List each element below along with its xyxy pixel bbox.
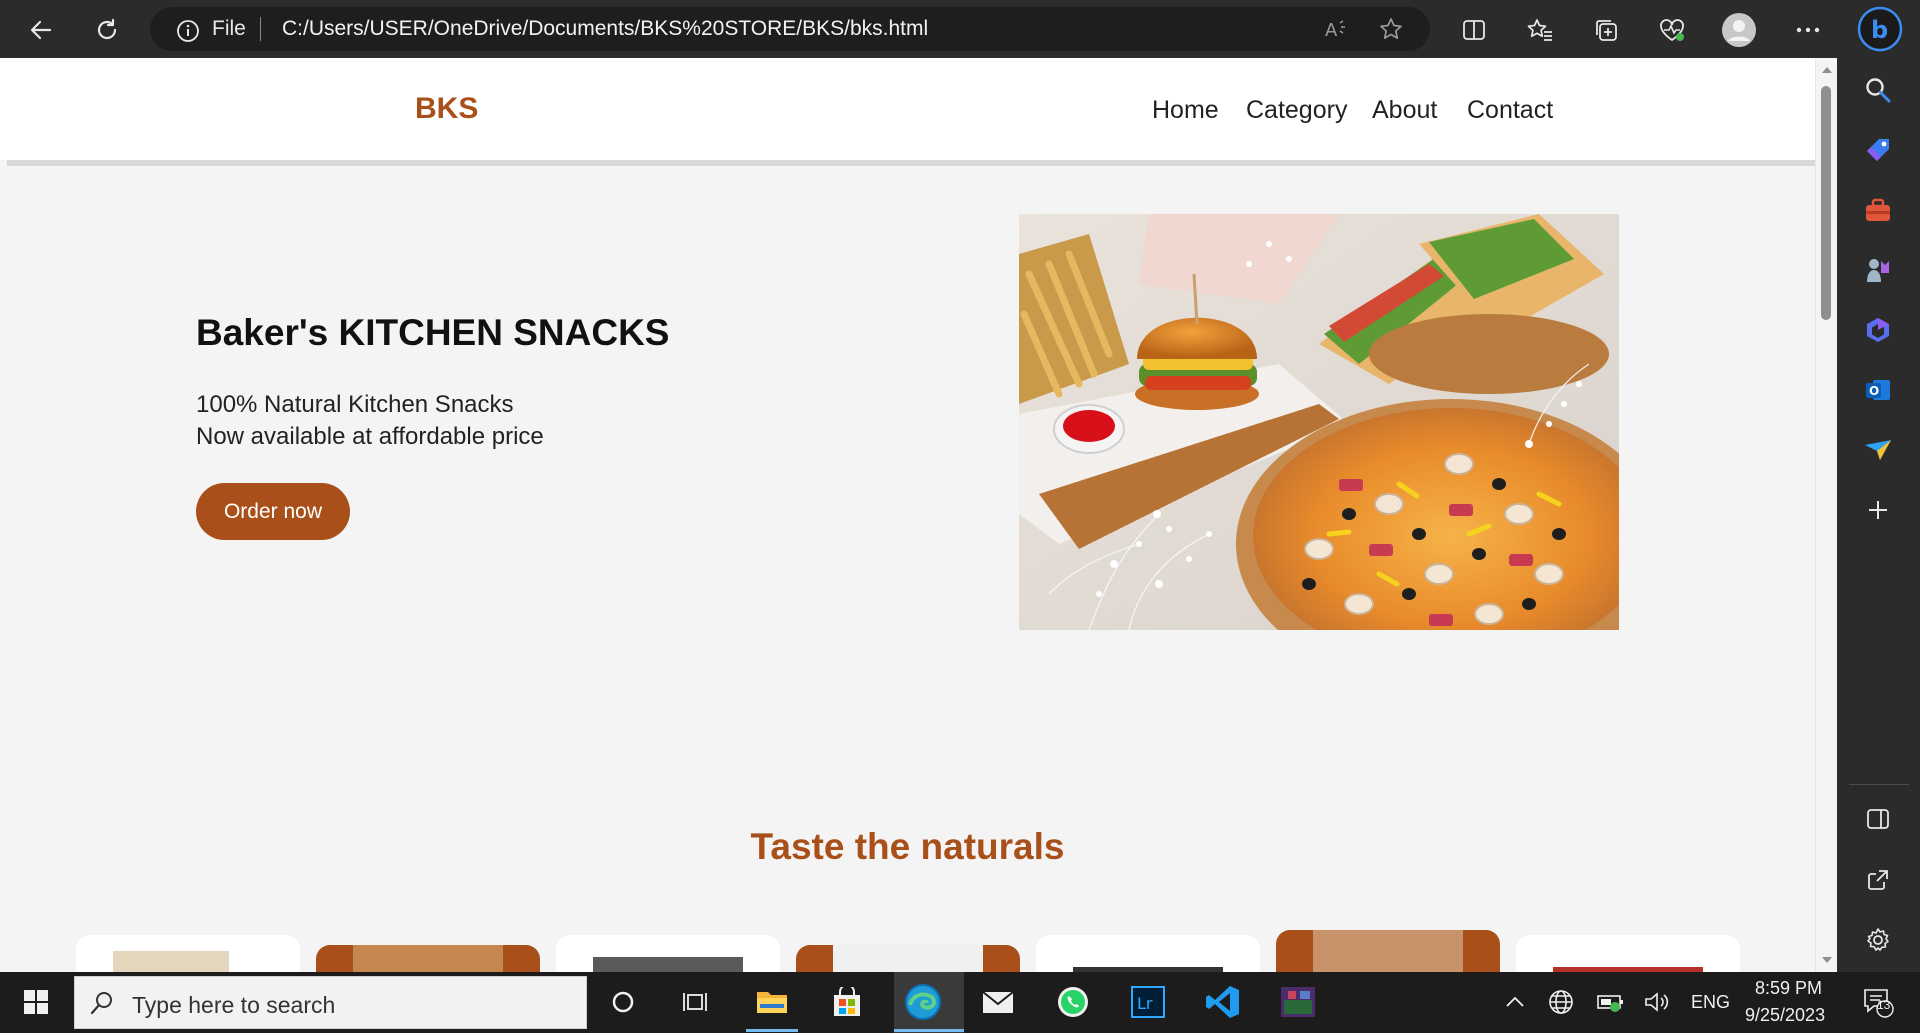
address-bar[interactable]: File C:/Users/USER/OneDrive/Documents/BK… xyxy=(150,7,1430,51)
site-brand-logo[interactable]: BKS xyxy=(415,92,478,126)
product-card[interactable] xyxy=(1276,930,1500,972)
favorites-icon[interactable] xyxy=(1521,11,1559,49)
address-url[interactable]: C:/Users/USER/OneDrive/Documents/BKS%20S… xyxy=(282,17,928,41)
product-card-image xyxy=(1313,930,1463,972)
refresh-icon[interactable] xyxy=(88,11,126,49)
taskbar-search-placeholder: Type here to search xyxy=(132,992,336,1018)
scroll-thumb[interactable] xyxy=(1821,86,1831,320)
copilot-icon[interactable] xyxy=(1861,313,1895,347)
site-navbar: BKS Home Category About Contact xyxy=(0,58,1815,160)
edge-active-indicator xyxy=(894,1029,964,1032)
games-icon[interactable] xyxy=(1861,253,1895,287)
nav-link-about[interactable]: About xyxy=(1372,96,1437,125)
mail-icon[interactable] xyxy=(977,981,1019,1023)
svg-text:Lr: Lr xyxy=(1137,994,1153,1013)
product-card-image xyxy=(353,945,503,972)
split-screen-icon[interactable] xyxy=(1455,11,1493,49)
hero-title: Baker's KITCHEN SNACKS xyxy=(196,312,670,353)
show-hidden-icons-icon[interactable] xyxy=(1494,981,1536,1023)
address-separator xyxy=(260,17,261,41)
notification-count: 13 xyxy=(1877,998,1891,1012)
scroll-up-arrow-icon[interactable] xyxy=(1821,66,1833,74)
sidebar-divider xyxy=(1849,784,1909,785)
browser-essentials-icon[interactable] xyxy=(1653,11,1691,49)
task-view-icon[interactable] xyxy=(675,981,717,1023)
external-link-icon[interactable] xyxy=(1861,863,1895,897)
clock-date[interactable]: 9/25/2023 xyxy=(1745,1005,1825,1026)
vscode-icon[interactable] xyxy=(1202,981,1244,1023)
scroll-down-arrow-icon[interactable] xyxy=(1821,956,1833,964)
product-card-image xyxy=(113,951,229,972)
add-icon[interactable] xyxy=(1861,493,1895,527)
nav-link-contact[interactable]: Contact xyxy=(1467,96,1553,125)
product-card[interactable] xyxy=(1036,935,1260,972)
product-card[interactable] xyxy=(796,945,1020,972)
product-card-image xyxy=(593,957,743,972)
hero-subtitle-line-1: 100% Natural Kitchen Snacks xyxy=(196,391,514,418)
battery-icon[interactable] xyxy=(1590,981,1632,1023)
info-icon[interactable] xyxy=(176,19,200,48)
cortana-icon[interactable] xyxy=(602,981,644,1023)
back-icon[interactable] xyxy=(22,11,60,49)
taskbar-search-box[interactable]: Type here to search xyxy=(74,976,587,1029)
navbar-divider xyxy=(7,160,1815,166)
favorite-star-icon[interactable] xyxy=(1377,15,1405,43)
web-page: BKS Home Category About Contact Baker's … xyxy=(0,58,1815,972)
page-scrollbar[interactable] xyxy=(1815,58,1837,972)
profile-icon[interactable] xyxy=(1720,11,1758,49)
collections-icon[interactable] xyxy=(1587,11,1625,49)
whatsapp-icon[interactable] xyxy=(1052,981,1094,1023)
nav-link-category[interactable]: Category xyxy=(1246,96,1347,125)
hero-food-image xyxy=(1019,214,1619,630)
order-now-button[interactable]: Order now xyxy=(196,483,350,540)
svg-text:O: O xyxy=(1869,384,1879,398)
product-card-image xyxy=(833,945,983,972)
lightroom-icon[interactable]: Lr xyxy=(1127,981,1169,1023)
svg-text:b: b xyxy=(1871,16,1888,44)
address-file-label: File xyxy=(212,17,246,40)
svg-text:A: A xyxy=(1325,20,1338,41)
language-indicator[interactable]: ENG xyxy=(1691,992,1730,1013)
photos-app-icon[interactable] xyxy=(1277,981,1319,1023)
edge-browser-icon[interactable] xyxy=(902,981,944,1023)
browser-toolbar: File C:/Users/USER/OneDrive/Documents/BK… xyxy=(0,0,1920,58)
more-icon[interactable] xyxy=(1789,11,1827,49)
file-explorer-active-indicator xyxy=(746,1029,798,1032)
file-explorer-icon[interactable] xyxy=(751,981,793,1023)
clock-time[interactable]: 8:59 PM xyxy=(1755,978,1822,999)
windows-start-icon[interactable] xyxy=(15,981,57,1023)
edge-sidebar: O xyxy=(1837,58,1920,972)
product-card[interactable] xyxy=(1516,935,1740,972)
product-card[interactable] xyxy=(556,935,780,972)
settings-icon[interactable] xyxy=(1861,923,1895,957)
windows-taskbar: Type here to search Lr ENG 8:59 PM 9/25/… xyxy=(0,972,1920,1033)
outlook-icon[interactable]: O xyxy=(1861,373,1895,407)
nav-link-home[interactable]: Home xyxy=(1152,96,1219,125)
read-aloud-icon[interactable]: A xyxy=(1322,15,1350,43)
tools-icon[interactable] xyxy=(1861,193,1895,227)
hide-sidebar-icon[interactable] xyxy=(1861,802,1895,836)
hero-subtitle-line-2: Now available at affordable price xyxy=(196,423,544,450)
microsoft-store-icon[interactable] xyxy=(826,981,868,1023)
bing-icon[interactable]: b xyxy=(1857,6,1903,52)
search-icon[interactable] xyxy=(1861,73,1895,107)
volume-icon[interactable] xyxy=(1636,981,1678,1023)
send-icon[interactable] xyxy=(1861,433,1895,467)
taskbar-search-icon xyxy=(90,992,112,1015)
shopping-tag-icon[interactable] xyxy=(1861,133,1895,167)
section-title: Taste the naturals xyxy=(750,826,1065,867)
network-globe-icon[interactable] xyxy=(1540,981,1582,1023)
product-card[interactable] xyxy=(76,935,300,972)
notification-center-icon[interactable]: 13 xyxy=(1857,981,1899,1023)
product-card[interactable] xyxy=(316,945,540,972)
